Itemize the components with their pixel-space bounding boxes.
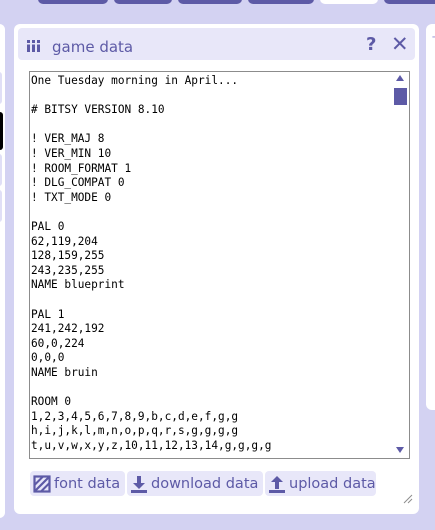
left-tool-active[interactable] (0, 112, 3, 150)
upload-icon (269, 475, 285, 493)
top-tab-5[interactable] (320, 0, 378, 4)
scrollbar-thumb[interactable] (394, 88, 407, 105)
right-panel-edge (426, 24, 435, 410)
upload-data-label: upload data (289, 475, 376, 492)
font-data-button[interactable]: font data (30, 471, 125, 496)
top-tab-2[interactable] (114, 0, 172, 4)
right-panel-glyph: ⊤ (431, 33, 435, 51)
download-data-label: download data (151, 475, 259, 492)
close-icon[interactable]: ✕ (391, 32, 409, 56)
game-data-content[interactable]: One Tuesday morning in April... # BITSY … (31, 74, 389, 453)
left-tool-2[interactable] (0, 154, 2, 186)
top-tab-6[interactable] (384, 0, 435, 4)
left-tool-1[interactable] (0, 72, 2, 104)
left-tool-3[interactable] (0, 190, 2, 222)
panel-header[interactable]: game data ? ✕ (18, 28, 415, 60)
scrollbar[interactable] (392, 72, 409, 458)
panel-title: game data (52, 38, 134, 56)
resize-handle-icon[interactable] (403, 494, 413, 504)
font-data-label: font data (54, 475, 121, 492)
scroll-down-arrow-icon[interactable] (396, 447, 404, 453)
scroll-up-arrow-icon[interactable] (396, 75, 404, 81)
top-tab-3[interactable] (178, 0, 242, 4)
top-tab-1[interactable] (38, 0, 108, 4)
download-icon (131, 475, 147, 493)
upload-data-button[interactable]: upload data (265, 471, 376, 496)
question-icon[interactable]: ? (366, 34, 376, 55)
top-tab-4[interactable] (248, 0, 314, 4)
grid-dots-icon[interactable] (27, 40, 41, 52)
download-data-button[interactable]: download data (127, 471, 263, 496)
game-data-textarea[interactable]: One Tuesday morning in April... # BITSY … (29, 71, 410, 459)
font-icon (33, 474, 51, 493)
game-data-panel: game data ? ✕ One Tuesday morning in Apr… (14, 24, 419, 514)
